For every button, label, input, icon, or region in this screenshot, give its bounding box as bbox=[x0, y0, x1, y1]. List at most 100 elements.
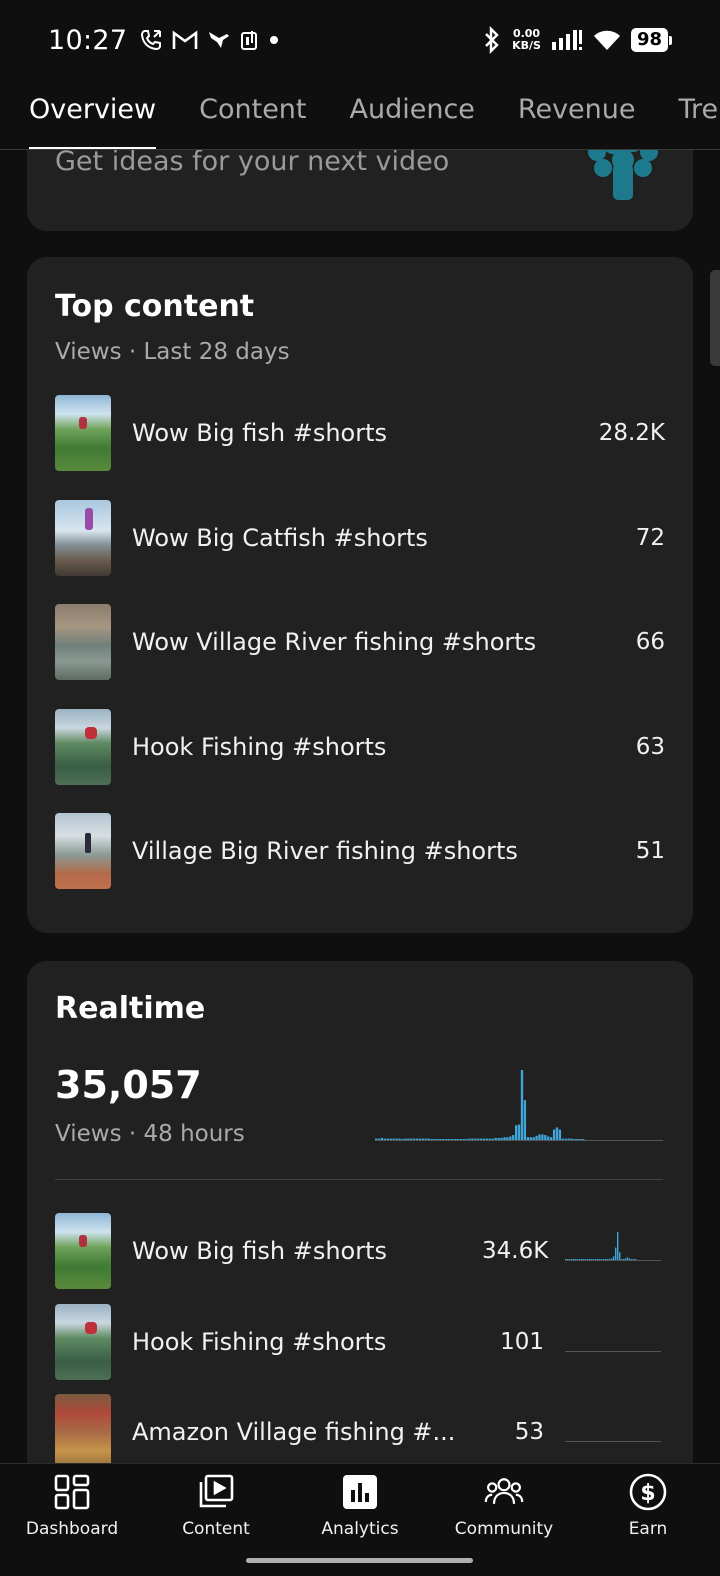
video-thumbnail bbox=[55, 1304, 111, 1380]
video-views: 51 bbox=[635, 838, 665, 864]
list-item[interactable]: Amazon Village fishing #... 53 bbox=[55, 1394, 665, 1470]
chart-bar bbox=[544, 1135, 547, 1140]
sparkline-bar bbox=[601, 1259, 603, 1260]
chart-bar bbox=[436, 1139, 439, 1140]
sparkline-bar bbox=[621, 1259, 623, 1260]
chart-bar bbox=[567, 1138, 570, 1140]
list-item[interactable]: Village Big River fishing #shorts 51 bbox=[55, 813, 665, 889]
chart-bar bbox=[395, 1138, 398, 1140]
realtime-title: Realtime bbox=[55, 991, 206, 1026]
nav-dashboard-label: Dashboard bbox=[25, 1519, 119, 1539]
top-content-title: Top content bbox=[55, 289, 255, 324]
chart-bar bbox=[547, 1136, 550, 1140]
chart-bar bbox=[506, 1137, 509, 1140]
chart-bar bbox=[523, 1100, 527, 1140]
chart-bar bbox=[450, 1139, 454, 1140]
chart-bar bbox=[445, 1139, 448, 1140]
nav-community-label: Community bbox=[454, 1519, 554, 1539]
nav-earn-label: Earn bbox=[628, 1519, 668, 1539]
video-title: Wow Big Catfish #shorts bbox=[132, 524, 428, 552]
sparkline-bar bbox=[613, 1256, 615, 1260]
tab-revenue[interactable]: Revenue bbox=[518, 80, 636, 149]
sparkline-bar bbox=[565, 1259, 567, 1260]
sparkline-bar bbox=[607, 1259, 609, 1260]
tab-overview[interactable]: Overview bbox=[29, 80, 157, 149]
list-item[interactable]: Wow Big Catfish #shorts 72 bbox=[55, 500, 665, 576]
list-item[interactable]: Wow Big fish #shorts 34.6K bbox=[55, 1213, 665, 1289]
sparkline-bar bbox=[633, 1259, 635, 1260]
chart-bar bbox=[410, 1138, 413, 1140]
video-thumbnail bbox=[55, 500, 111, 576]
video-title: Wow Big fish #shorts bbox=[132, 419, 388, 447]
list-item[interactable]: Hook Fishing #shorts 101 bbox=[55, 1304, 665, 1380]
svg-text:$: $ bbox=[640, 1481, 655, 1506]
video-title: Village Big River fishing #shorts bbox=[132, 837, 518, 865]
chart-bar bbox=[474, 1138, 477, 1140]
nav-content-label: Content bbox=[182, 1519, 250, 1539]
bluetooth-icon bbox=[485, 26, 499, 54]
chart-bar bbox=[520, 1070, 524, 1140]
video-title: Hook Fishing #shorts bbox=[132, 733, 387, 761]
sparkline-bar bbox=[625, 1258, 627, 1260]
list-item[interactable]: Wow Big fish #shorts 28.2K bbox=[55, 395, 665, 471]
list-item[interactable]: Hook Fishing #shorts 63 bbox=[55, 709, 665, 785]
video-thumbnail bbox=[55, 1394, 111, 1470]
realtime-chart bbox=[375, 1070, 663, 1141]
chart-bar bbox=[433, 1139, 436, 1140]
video-views: 63 bbox=[635, 734, 665, 760]
analytics-icon bbox=[343, 1475, 377, 1509]
sparkline-bar bbox=[583, 1259, 585, 1260]
tab-content[interactable]: Content bbox=[199, 80, 306, 149]
chart-bar bbox=[453, 1139, 457, 1140]
hummingbird-icon bbox=[209, 32, 230, 48]
chart-bar bbox=[526, 1137, 529, 1140]
gmail-icon bbox=[173, 30, 198, 49]
sparkline-bar bbox=[595, 1259, 597, 1260]
sparkline bbox=[565, 1232, 661, 1261]
video-title: Amazon Village fishing #... bbox=[132, 1418, 456, 1446]
video-thumbnail bbox=[55, 604, 111, 680]
top-content-card[interactable]: Top content Views · Last 28 days Wow Big… bbox=[27, 257, 693, 933]
nav-earn[interactable]: $ Earn bbox=[576, 1464, 720, 1576]
sparkline-bar bbox=[575, 1259, 577, 1260]
chart-bar bbox=[561, 1138, 564, 1140]
sparkline-bar bbox=[569, 1259, 571, 1260]
chart-bar bbox=[447, 1139, 451, 1140]
chart-bar bbox=[576, 1139, 579, 1140]
home-indicator bbox=[246, 1558, 473, 1563]
sparkline-bar bbox=[587, 1259, 589, 1260]
video-thumbnail bbox=[55, 1213, 111, 1289]
chart-bar bbox=[541, 1134, 544, 1140]
chart-bar bbox=[398, 1138, 401, 1140]
sparkline-bar bbox=[623, 1259, 625, 1260]
list-item[interactable]: Wow Village River fishing #shorts 66 bbox=[55, 604, 665, 680]
battery-icon: 98 bbox=[630, 28, 672, 52]
sparkline-bar bbox=[577, 1259, 579, 1260]
chart-bar bbox=[529, 1137, 532, 1140]
nav-dashboard[interactable]: Dashboard bbox=[0, 1464, 144, 1576]
tab-audience[interactable]: Audience bbox=[350, 80, 475, 149]
video-title: Wow Village River fishing #shorts bbox=[132, 628, 537, 656]
chart-bar bbox=[500, 1137, 503, 1140]
chart-bar bbox=[573, 1139, 576, 1140]
video-thumbnail bbox=[55, 813, 111, 889]
nfc-icon bbox=[241, 31, 258, 50]
chart-bar bbox=[462, 1139, 465, 1140]
chart-bar bbox=[532, 1137, 535, 1140]
wifi-icon bbox=[593, 30, 620, 50]
nav-analytics-label: Analytics bbox=[321, 1519, 399, 1539]
realtime-subtitle: Views · 48 hours bbox=[55, 1121, 245, 1147]
sparkline-bar bbox=[589, 1259, 591, 1260]
chart-bar bbox=[538, 1134, 541, 1140]
call-icon bbox=[141, 30, 162, 51]
chart-bar bbox=[494, 1137, 497, 1140]
chart-bar bbox=[375, 1138, 378, 1140]
sparkline bbox=[565, 1441, 661, 1442]
divider bbox=[55, 1179, 663, 1180]
chart-bar bbox=[515, 1125, 518, 1140]
tab-trends[interactable]: Trends bbox=[679, 80, 720, 149]
realtime-card[interactable]: Realtime 35,057 Views · 48 hours Wow Big… bbox=[27, 961, 693, 1481]
video-views: 53 bbox=[514, 1419, 544, 1445]
chart-bar bbox=[377, 1138, 381, 1140]
scroll-handle[interactable] bbox=[710, 270, 720, 366]
